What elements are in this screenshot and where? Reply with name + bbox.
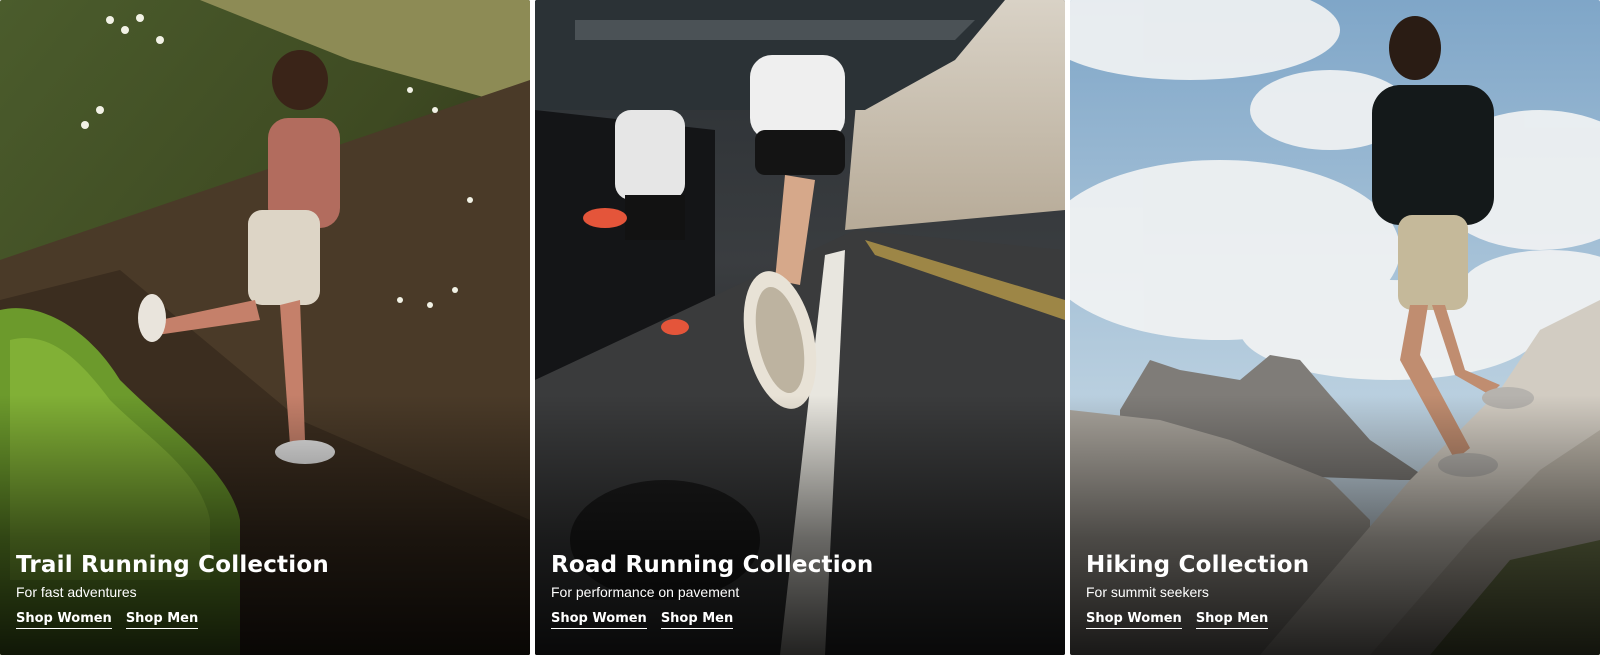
card-caption: Trail Running Collection For fast advent…	[16, 551, 329, 629]
collection-card-trail[interactable]: Trail Running Collection For fast advent…	[0, 0, 530, 655]
collection-grid: Trail Running Collection For fast advent…	[0, 0, 1600, 655]
card-caption: Hiking Collection For summit seekers Sho…	[1086, 551, 1309, 629]
card-links: Shop Women Shop Men	[1086, 611, 1309, 629]
shop-women-link[interactable]: Shop Women	[1086, 611, 1182, 629]
shop-women-link[interactable]: Shop Women	[551, 611, 647, 629]
card-links: Shop Women Shop Men	[16, 611, 329, 629]
shop-men-link[interactable]: Shop Men	[660, 611, 734, 629]
shop-women-link[interactable]: Shop Women	[16, 611, 112, 629]
card-subtitle: For fast adventures	[16, 584, 137, 600]
collection-card-road[interactable]: Road Running Collection For performance …	[535, 0, 1065, 655]
card-subtitle: For summit seekers	[1086, 584, 1209, 600]
card-title: Hiking Collection	[1086, 552, 1310, 578]
card-title: Trail Running Collection	[16, 552, 329, 578]
shop-men-link[interactable]: Shop Men	[125, 611, 199, 629]
card-subtitle: For performance on pavement	[551, 584, 740, 600]
shop-men-link[interactable]: Shop Men	[1195, 611, 1269, 629]
collection-card-hiking[interactable]: Hiking Collection For summit seekers Sho…	[1070, 0, 1600, 655]
card-caption: Road Running Collection For performance …	[551, 551, 873, 629]
card-links: Shop Women Shop Men	[551, 611, 873, 629]
card-title: Road Running Collection	[551, 552, 874, 578]
